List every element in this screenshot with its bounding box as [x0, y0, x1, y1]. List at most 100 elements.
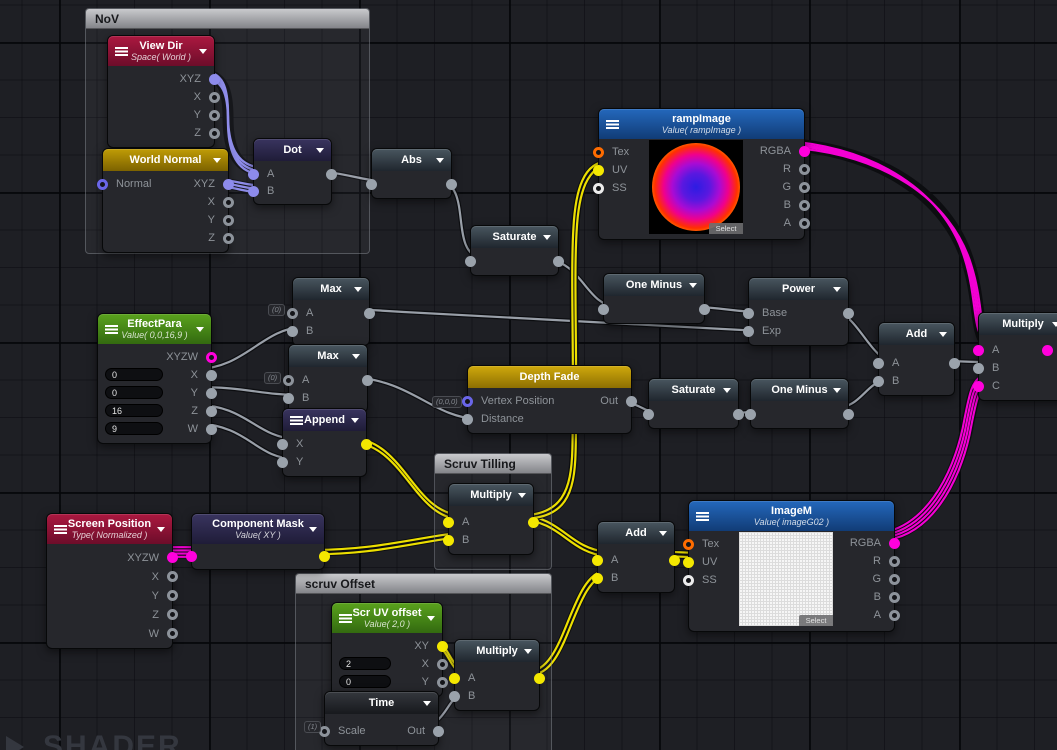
- value-field-y[interactable]: 0: [339, 675, 391, 688]
- chevron-down-icon[interactable]: [157, 526, 165, 536]
- node-depth-fade[interactable]: Depth Fade Vertex Position Out Distance: [462, 365, 637, 434]
- output-port[interactable]: [889, 555, 900, 567]
- output-port[interactable]: [167, 571, 178, 582]
- node-multiply-offset[interactable]: Multiply A B: [449, 639, 545, 711]
- node-time[interactable]: Time Scale Out: [319, 691, 444, 746]
- input-port[interactable]: [277, 438, 288, 450]
- output-port[interactable]: [167, 609, 178, 620]
- input-port[interactable]: [592, 554, 603, 566]
- output-port[interactable]: [843, 307, 854, 319]
- input-port[interactable]: [97, 178, 108, 190]
- node-header[interactable]: Time: [325, 692, 438, 714]
- node-header[interactable]: Saturate: [649, 379, 738, 401]
- output-port[interactable]: [361, 438, 372, 450]
- input-port[interactable]: [443, 516, 454, 528]
- output-port[interactable]: [364, 307, 375, 319]
- value-field-x[interactable]: 0: [105, 368, 163, 381]
- input-port[interactable]: [683, 574, 694, 586]
- output-port[interactable]: [889, 591, 900, 603]
- chevron-down-icon[interactable]: [939, 331, 947, 341]
- input-port[interactable]: [593, 146, 604, 158]
- node-effect-para[interactable]: EffectPara Value( 0,0,16,9 ) XYZW 0X 0Y …: [97, 313, 217, 444]
- input-port[interactable]: [248, 185, 259, 197]
- input-port[interactable]: [598, 303, 609, 315]
- output-port[interactable]: [534, 672, 545, 684]
- input-port[interactable]: [593, 164, 604, 176]
- group-scruv-tilling-header[interactable]: Scruv Tilling: [435, 454, 551, 474]
- node-header[interactable]: rampImage Value( rampImage ): [599, 109, 804, 139]
- node-header[interactable]: Multiply: [979, 313, 1057, 335]
- node-header[interactable]: Dot: [254, 139, 331, 161]
- input-port[interactable]: [443, 534, 454, 546]
- output-port[interactable]: [799, 217, 810, 229]
- value-field-w[interactable]: 9: [105, 422, 163, 435]
- node-add-final[interactable]: Add A B: [873, 322, 960, 396]
- input-port[interactable]: [973, 344, 984, 356]
- output-port[interactable]: [209, 109, 220, 121]
- output-port[interactable]: [733, 408, 744, 420]
- node-multiply-tilling[interactable]: Multiply A B: [443, 483, 539, 555]
- output-port[interactable]: [437, 640, 448, 652]
- texture-preview[interactable]: Select: [649, 140, 743, 234]
- output-port[interactable]: [206, 369, 217, 381]
- output-port[interactable]: [167, 628, 178, 639]
- node-header[interactable]: Add: [879, 323, 954, 345]
- output-port[interactable]: [446, 178, 457, 190]
- chevron-down-icon[interactable]: [524, 648, 532, 658]
- node-component-mask[interactable]: Component Mask Value( XY ): [186, 513, 330, 570]
- input-port[interactable]: [462, 395, 473, 407]
- node-header[interactable]: Abs: [372, 149, 451, 171]
- input-port[interactable]: [683, 556, 694, 568]
- node-max-2[interactable]: Max A B: [283, 344, 373, 413]
- output-port[interactable]: [799, 199, 810, 211]
- node-header[interactable]: Scr UV offset Value( 2,0 ): [332, 603, 442, 633]
- chevron-down-icon[interactable]: [196, 326, 204, 336]
- select-texture-button[interactable]: Select: [709, 223, 743, 234]
- output-port[interactable]: [223, 196, 234, 208]
- node-header[interactable]: One Minus: [604, 274, 704, 296]
- node-world-normal[interactable]: World Normal Normal XYZ X Y Z: [97, 148, 234, 253]
- input-port[interactable]: [277, 456, 288, 468]
- output-port[interactable]: [626, 395, 637, 407]
- node-view-dir[interactable]: View Dir Space( World ) XYZ X Y Z: [107, 35, 220, 148]
- menu-icon[interactable]: [290, 415, 303, 425]
- node-header[interactable]: Multiply: [455, 640, 539, 662]
- output-port[interactable]: [437, 658, 448, 670]
- output-port[interactable]: [799, 163, 810, 175]
- output-port[interactable]: [167, 590, 178, 601]
- output-port[interactable]: [223, 178, 234, 190]
- input-port[interactable]: [248, 168, 259, 180]
- node-header[interactable]: World Normal: [103, 149, 228, 171]
- node-header[interactable]: Multiply: [449, 484, 533, 506]
- node-header[interactable]: ImageM Value( imageG02 ): [689, 501, 894, 531]
- node-one-minus-1[interactable]: One Minus: [598, 273, 710, 324]
- output-port[interactable]: [437, 676, 448, 688]
- output-port[interactable]: [319, 550, 330, 562]
- output-port[interactable]: [699, 303, 710, 315]
- node-header[interactable]: Saturate: [471, 226, 558, 248]
- node-saturate-1[interactable]: Saturate: [465, 225, 564, 276]
- node-header[interactable]: EffectPara Value( 0,0,16,9 ): [98, 314, 211, 344]
- node-header[interactable]: Max: [289, 345, 367, 367]
- input-port[interactable]: [873, 357, 884, 369]
- node-image-m[interactable]: ImageM Value( imageG02 ) Tex UV SS Selec…: [683, 500, 900, 632]
- node-header[interactable]: Power: [749, 278, 848, 300]
- node-scr-uv-offset[interactable]: Scr UV offset Value( 2,0 ) XY 2 X 0 Y: [331, 602, 448, 697]
- output-port[interactable]: [209, 127, 220, 139]
- node-header[interactable]: Max: [293, 278, 369, 300]
- input-port[interactable]: [743, 325, 754, 337]
- output-port[interactable]: [889, 537, 900, 549]
- output-port[interactable]: [843, 408, 854, 420]
- input-port[interactable]: [873, 375, 884, 387]
- output-port[interactable]: [433, 725, 444, 737]
- input-port[interactable]: [683, 538, 694, 550]
- chevron-down-icon[interactable]: [543, 234, 551, 244]
- output-port[interactable]: [223, 214, 234, 226]
- node-power[interactable]: Power Base Exp: [743, 277, 854, 346]
- input-port[interactable]: [287, 325, 298, 337]
- menu-icon[interactable]: [54, 524, 67, 534]
- output-port[interactable]: [362, 374, 373, 386]
- input-port[interactable]: [366, 178, 377, 190]
- node-append[interactable]: Append X Y: [277, 408, 372, 477]
- chevron-down-icon[interactable]: [689, 282, 697, 292]
